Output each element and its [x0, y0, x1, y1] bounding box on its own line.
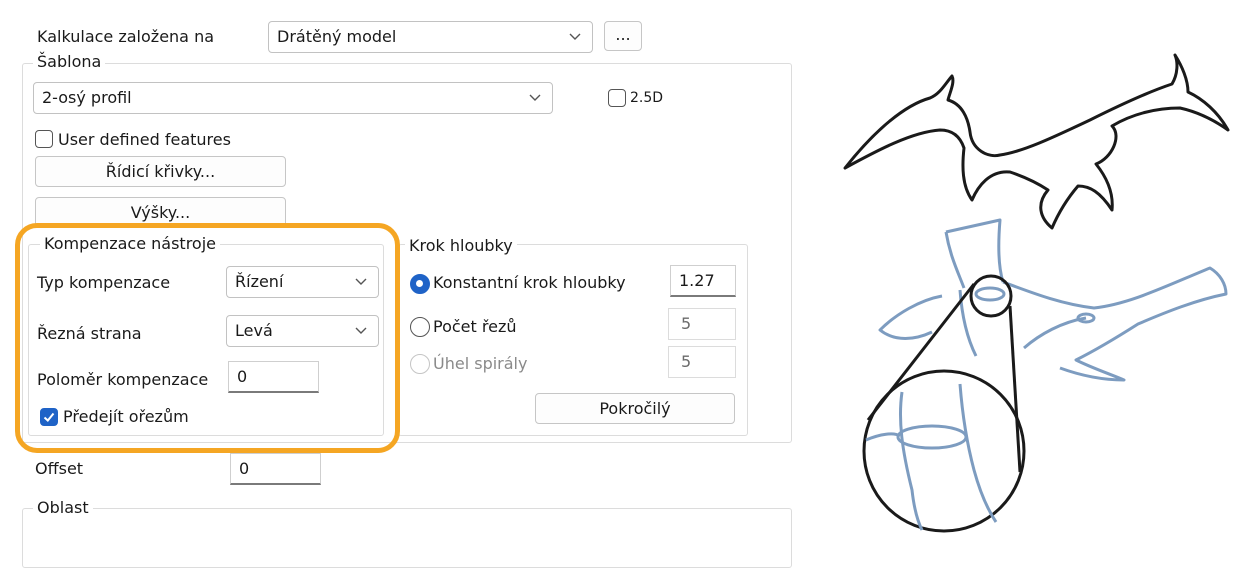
drive-curves-button[interactable]: Řídicí křivky... [35, 156, 286, 187]
radio-spiral-angle[interactable] [410, 354, 430, 374]
radio-spiral-angle-label: Úhel spirály [433, 354, 528, 373]
radio-cut-count-label: Počet řezů [433, 317, 517, 336]
constant-step-input[interactable]: 1.27 [670, 265, 736, 297]
chevron-down-icon [569, 33, 581, 40]
blue-wireframe-shape [878, 218, 1228, 382]
spiral-angle-input[interactable]: 5 [668, 346, 736, 378]
cut-count-input[interactable]: 5 [668, 308, 736, 340]
template-value: 2-osý profil [42, 88, 132, 107]
calc-based-on-value: Drátěný model [277, 27, 397, 46]
offset-input[interactable]: 0 [230, 453, 321, 485]
advanced-button[interactable]: Pokročilý [535, 393, 735, 424]
calc-more-button[interactable]: ... [604, 21, 642, 51]
radio-constant-step-label: Konstantní krok hloubky [433, 273, 626, 292]
checkbox-user-defined[interactable] [35, 130, 53, 148]
black-profile-shape [843, 53, 1230, 230]
zoom-callout [862, 274, 1026, 533]
wireframe-preview-illustration [843, 53, 1230, 533]
zoomed-detail [865, 383, 998, 531]
calc-based-on-label: Kalkulace založena na [37, 27, 215, 46]
checkbox-25d[interactable] [608, 89, 626, 107]
radio-cut-count[interactable] [410, 317, 430, 337]
compensation-highlight [15, 223, 400, 453]
checkbox-25d-label: 2.5D [630, 90, 664, 106]
area-group [22, 508, 792, 568]
template-legend: Šablona [33, 52, 106, 72]
depth-step-legend: Krok hloubky [405, 236, 517, 256]
template-dropdown[interactable]: 2-osý profil [33, 82, 553, 114]
area-legend: Oblast [33, 498, 93, 518]
chevron-down-icon [529, 94, 541, 101]
radio-constant-step[interactable] [410, 274, 430, 294]
offset-label: Offset [35, 459, 84, 478]
calc-based-on-dropdown[interactable]: Drátěný model [268, 21, 593, 53]
checkbox-user-defined-label: User defined features [58, 130, 231, 149]
